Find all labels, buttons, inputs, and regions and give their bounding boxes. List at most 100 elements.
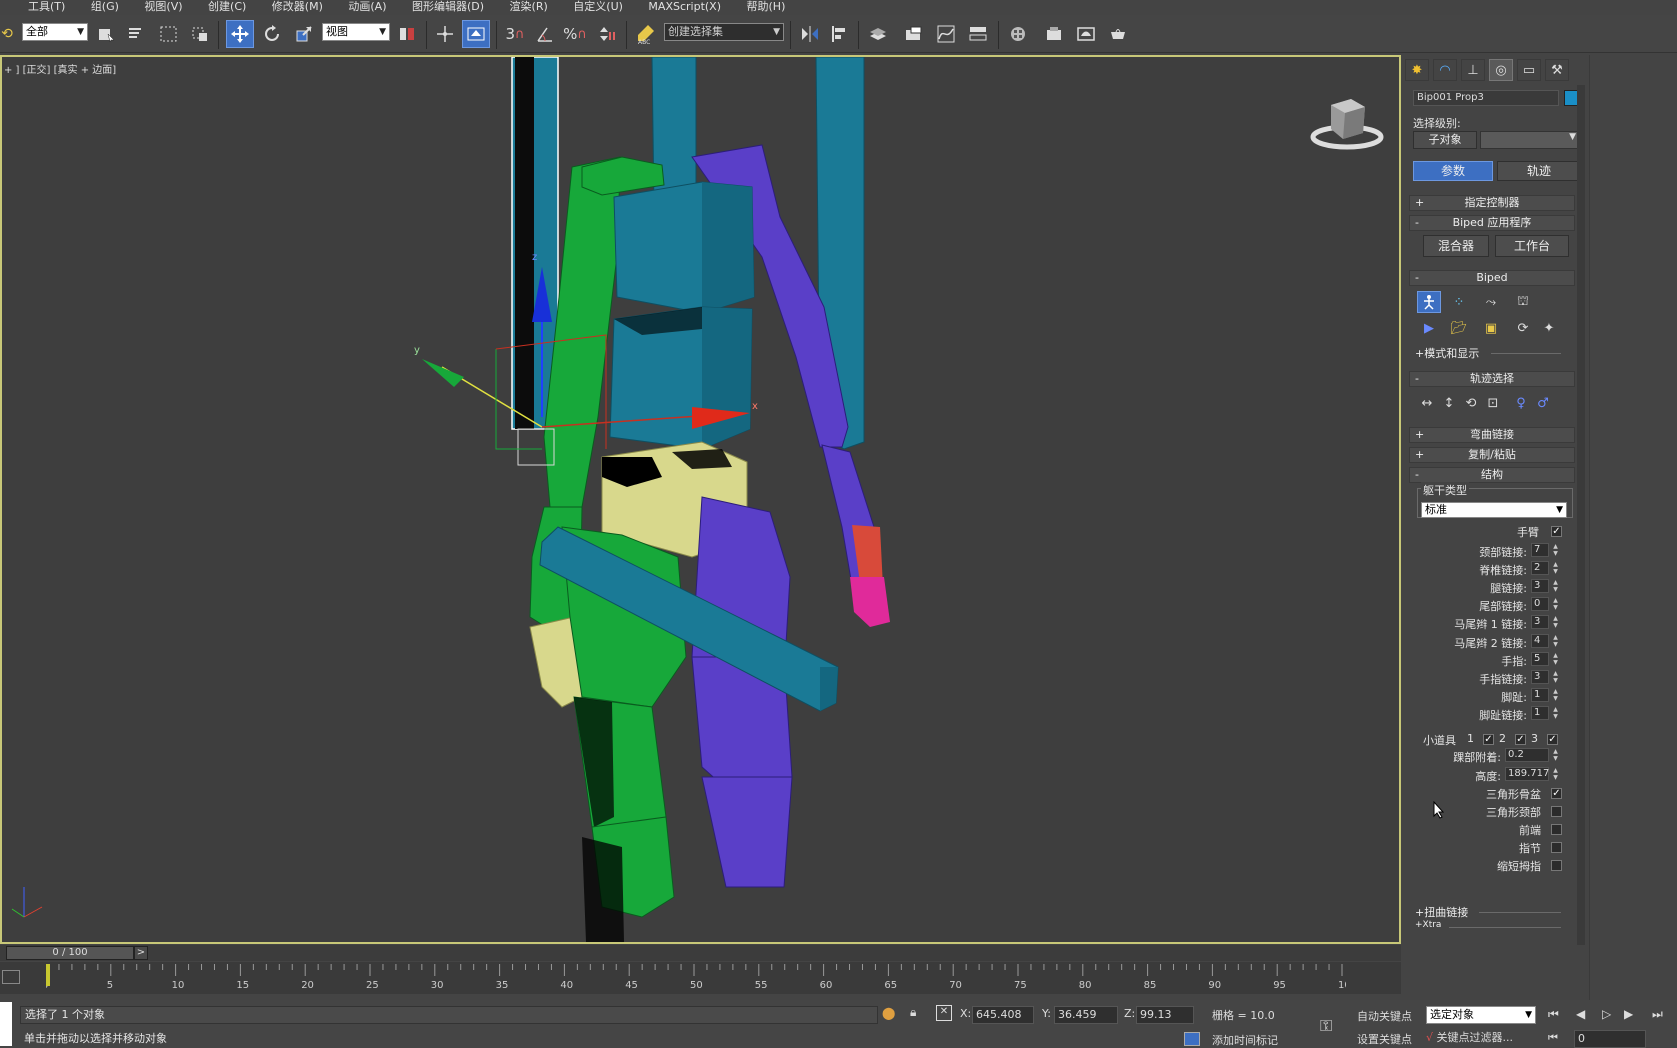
go-to-end-icon[interactable]: ⏭ [1652, 1007, 1663, 1022]
structure-param-spinner[interactable]: ▲ ▼ [1551, 706, 1560, 720]
menu-item-modifiers[interactable]: 修改器(M) [272, 0, 323, 14]
opposite-icon[interactable]: ♂ [1531, 392, 1555, 414]
sub-object-dropdown[interactable]: ▼ [1480, 131, 1580, 149]
maxscript-listener-icon[interactable] [0, 1002, 12, 1046]
spinner-snap-icon[interactable] [594, 20, 620, 48]
structure-param-spinner[interactable]: ▲ ▼ [1551, 597, 1560, 611]
menu-item-tools[interactable]: 工具(T) [28, 0, 65, 14]
select-rotate-icon[interactable] [258, 20, 286, 48]
keyboard-shortcut-override-icon[interactable] [462, 20, 490, 48]
ref-coord-dropdown[interactable]: 视图 ▼ [322, 23, 390, 41]
symmetrical-icon[interactable]: ♀ [1509, 392, 1533, 414]
render-icon[interactable] [1104, 20, 1132, 48]
utilities-tab-icon[interactable]: ⚒ [1545, 59, 1569, 81]
structure-param-field[interactable]: 4 [1531, 633, 1549, 648]
structure-param-field[interactable]: 0 [1531, 597, 1549, 612]
select-by-name-icon[interactable] [124, 20, 148, 48]
structure-param-field[interactable]: 3 [1531, 669, 1549, 684]
material-editor-icon[interactable] [1004, 20, 1032, 48]
load-file-icon[interactable]: 📂︎ [1447, 317, 1471, 339]
convert-icon[interactable]: ⟳ [1511, 317, 1535, 339]
prop-1-checkbox[interactable]: ✓ [1483, 734, 1494, 745]
undo-icon[interactable]: ⟲ [0, 20, 14, 48]
height-spinner[interactable]: ▲ ▼ [1551, 767, 1560, 781]
structure-check-box[interactable] [1551, 806, 1562, 817]
structure-param-spinner[interactable]: ▲ ▼ [1551, 634, 1560, 648]
body-rotation-icon[interactable]: ⟲ [1459, 392, 1483, 414]
menu-item-help[interactable]: 帮助(H) [747, 0, 786, 14]
lock-cob-keying-icon[interactable]: ⊡ [1481, 392, 1505, 414]
named-selection-dropdown[interactable]: 创建选择集 ▼ [664, 23, 784, 41]
key-filters-button[interactable]: √ 关键点过滤器... [1426, 1030, 1536, 1048]
rollout-structure[interactable]: - 结构 [1409, 467, 1575, 483]
layer-manager-icon[interactable] [864, 20, 892, 48]
rollout-copy-paste[interactable]: + 复制/粘贴 [1409, 447, 1575, 463]
torso-type-dropdown[interactable]: 标准 ▼ [1421, 502, 1567, 518]
ankle-attach-spinner[interactable]: ▲ ▼ [1551, 748, 1560, 762]
structure-param-spinner[interactable]: ▲ ▼ [1551, 615, 1560, 629]
edit-named-sets-icon[interactable]: ABC [632, 20, 660, 48]
mirror-icon[interactable] [796, 20, 824, 48]
scene-explorer-icon[interactable] [900, 20, 928, 48]
render-setup-icon[interactable] [1040, 20, 1068, 48]
add-time-tag-icon[interactable] [1184, 1032, 1200, 1046]
prop-2-checkbox[interactable]: ✓ [1515, 734, 1526, 745]
time-slider-thumb[interactable]: 0 / 100 [6, 946, 134, 960]
structure-check-box[interactable] [1551, 842, 1562, 853]
create-tab-icon[interactable]: ✸ [1405, 59, 1429, 81]
menu-item-animation[interactable]: 动画(A) [348, 0, 386, 14]
twist-links-rollout[interactable]: +扭曲链接 [1415, 904, 1468, 920]
angle-snap-icon[interactable] [532, 20, 558, 48]
structure-check-box[interactable] [1551, 860, 1562, 871]
mixer-mode-icon[interactable]: ⛫ [1511, 291, 1535, 313]
structure-param-field[interactable]: 3 [1531, 579, 1549, 594]
structure-check-box[interactable] [1551, 824, 1562, 835]
structure-param-spinner[interactable]: ▲ ▼ [1551, 688, 1560, 702]
track-bar-menu-icon[interactable] [2, 970, 20, 984]
render-frame-icon[interactable] [1072, 20, 1100, 48]
body-vertical-icon[interactable]: ↕ [1437, 392, 1461, 414]
viewcube-icon[interactable] [1309, 93, 1385, 153]
current-frame-field[interactable]: 0 [1574, 1030, 1646, 1048]
rollout-biped[interactable]: - Biped [1409, 270, 1575, 286]
prev-frame-icon[interactable]: ◀︎ [1576, 1007, 1585, 1021]
percent-snap-icon[interactable]: % ∩ [562, 20, 588, 48]
structure-param-field[interactable]: 1 [1531, 705, 1549, 720]
next-frame-icon[interactable]: ▶︎ [1624, 1007, 1633, 1021]
menu-item-group[interactable]: 组(G) [91, 0, 119, 14]
structure-param-field[interactable]: 3 [1531, 615, 1549, 630]
perspective-viewport[interactable]: + ] [正交] [真实 + 边面] z y x [0, 55, 1401, 944]
select-object-icon[interactable] [94, 20, 118, 48]
display-tab-icon[interactable]: ▭ [1517, 59, 1541, 81]
height-field[interactable]: 189.717 [1505, 767, 1549, 781]
current-time-marker[interactable] [46, 964, 50, 986]
structure-param-field[interactable]: 2 [1531, 561, 1549, 576]
menu-item-customize[interactable]: 自定义(U) [573, 0, 623, 14]
select-manipulate-icon[interactable] [432, 20, 458, 48]
footstep-mode-icon[interactable]: ⁘ [1447, 291, 1471, 313]
biped-playback-icon[interactable]: ▶ [1417, 317, 1441, 339]
next-frame-button[interactable]: > [134, 946, 148, 960]
structure-param-spinner[interactable]: ▲ ▼ [1551, 543, 1560, 557]
structure-param-spinner[interactable]: ▲ ▼ [1551, 561, 1560, 575]
selection-lock-icon[interactable]: 🔒︎ [910, 1005, 924, 1021]
auto-key-button[interactable]: 自动关键点 [1357, 1008, 1412, 1024]
schematic-view-icon[interactable] [964, 20, 992, 48]
body-horizontal-icon[interactable]: ↔ [1415, 392, 1439, 414]
rollout-track-selection[interactable]: - 轨迹选择 [1409, 371, 1575, 387]
motion-flow-mode-icon[interactable]: ⤳ [1479, 291, 1503, 313]
window-crossing-icon[interactable] [188, 20, 212, 48]
hierarchy-tab-icon[interactable]: ⊥ [1461, 59, 1485, 81]
xtra-rollout[interactable]: +Xtra [1415, 920, 1441, 930]
rollout-assign-controller[interactable]: + 指定控制器 [1409, 195, 1575, 211]
figure-mode-icon[interactable] [1417, 291, 1441, 313]
isolate-selection-icon[interactable]: ⬤ [882, 1006, 896, 1022]
structure-param-field[interactable]: 5 [1531, 651, 1549, 666]
save-file-icon[interactable]: ▣ [1479, 317, 1503, 339]
mixer-button[interactable]: 混合器 [1423, 235, 1489, 257]
select-move-icon[interactable] [226, 20, 254, 48]
menu-item-views[interactable]: 视图(V) [144, 0, 182, 14]
y-coord-field[interactable]: 36.459 [1054, 1006, 1118, 1024]
rollout-bend-links[interactable]: + 弯曲链接 [1409, 427, 1575, 443]
key-icon[interactable]: ⚿ [1320, 1016, 1332, 1036]
